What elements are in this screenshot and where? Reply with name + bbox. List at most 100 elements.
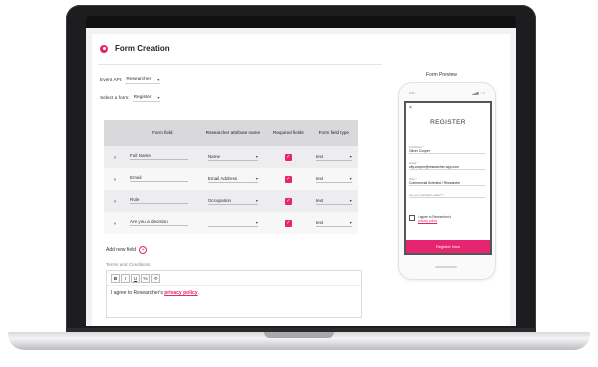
attribute-value: Occupation — [207, 197, 232, 203]
chevron-down-icon: ▾ — [157, 77, 160, 82]
event-api-value: Researcher — [126, 77, 152, 82]
remove-row-icon[interactable]: × — [104, 168, 126, 190]
terms-text-before: I agree to Researcher's — [111, 290, 165, 296]
table-row: × Role Occupation ▾ ✓ text ▾ — [104, 190, 358, 212]
field-type-value: text — [315, 153, 324, 159]
field-type-select[interactable]: text ▾ — [315, 153, 352, 161]
laptop-screen: Form Creation Event API: Researcher ▾ Se… — [86, 28, 516, 326]
chevron-down-icon: ▾ — [349, 175, 352, 181]
attribute-cell: Email Address ▾ — [198, 168, 268, 190]
chevron-down-icon: ▾ — [157, 95, 160, 100]
form-field-cell: Full Name — [126, 146, 199, 168]
preview-field-value: Oliver Cooper — [409, 149, 430, 153]
select-form-label: Select a form: — [100, 96, 130, 101]
laptop-bezel — [86, 16, 516, 28]
table-row: × Are you a decision ▾ ✓ text ▾ — [104, 212, 358, 234]
header-divider — [98, 64, 382, 65]
preview-privacy-link[interactable]: privacy policy — [418, 219, 437, 223]
form-field-cell: Role — [126, 190, 199, 212]
remove-row-icon[interactable]: × — [104, 146, 126, 168]
attribute-select[interactable]: Occupation ▾ — [207, 197, 258, 205]
brand-dot-icon — [100, 44, 108, 53]
add-new-field-button[interactable]: Add new field + — [106, 246, 148, 254]
required-cell: ✓ — [267, 190, 310, 212]
preview-field-full-name[interactable]: Full Name * Oliver Cooper — [409, 145, 485, 154]
form-field-input[interactable]: Full Name — [130, 153, 188, 160]
attribute-cell: Occupation ▾ — [198, 190, 268, 212]
link-button[interactable]: % — [141, 274, 150, 283]
form-field-input[interactable]: Role — [130, 197, 188, 204]
form-fields-table: Form field Researcher attribute name Req… — [104, 120, 358, 234]
required-checkbox[interactable]: ✓ — [284, 219, 292, 227]
required-cell: ✓ — [267, 146, 310, 168]
preview-field-value: olly.cooper@researcher-app.com — [409, 165, 459, 169]
laptop-notch — [264, 332, 334, 338]
register-now-button[interactable]: Register Now — [406, 240, 490, 253]
field-type-value: text — [315, 175, 324, 181]
plus-circle-icon: + — [139, 246, 148, 254]
terms-label: Terms and Conditions — [106, 262, 151, 267]
select-form-row: Select a form: Register ▾ — [100, 95, 161, 102]
attribute-select[interactable]: Email Address ▾ — [207, 175, 258, 183]
form-field-input[interactable]: Email — [130, 175, 188, 182]
required-checkbox[interactable]: ✓ — [284, 175, 292, 183]
attribute-value: Email Address — [207, 175, 238, 181]
preview-field-role[interactable]: Role * Commercial Scientist / Researche — [409, 177, 485, 186]
bold-button[interactable]: B — [111, 274, 120, 283]
required-checkbox[interactable]: ✓ — [284, 153, 292, 161]
preview-heading: REGISTER — [430, 119, 466, 126]
page-header: Form Creation — [100, 44, 170, 53]
attribute-select[interactable]: Name ▾ — [207, 153, 258, 161]
attribute-select[interactable]: ▾ — [207, 219, 258, 227]
remove-row-icon[interactable]: × — [104, 190, 126, 212]
privacy-policy-link[interactable]: privacy policy — [164, 290, 197, 296]
field-type-value: text — [315, 197, 324, 203]
form-field-cell: Are you a decision — [126, 212, 199, 234]
undo-button[interactable]: ⟲ — [151, 274, 160, 283]
chevron-down-icon: ▾ — [349, 197, 352, 203]
attribute-cell: Name ▾ — [198, 146, 268, 168]
table-row: × Full Name Name ▾ ✓ text ▾ — [104, 146, 358, 168]
remove-row-icon[interactable]: × — [104, 212, 126, 234]
form-creation-panel: Form Creation Event API: Researcher ▾ Se… — [92, 34, 510, 326]
header-form-field: Form field — [126, 120, 199, 146]
close-icon[interactable]: × — [409, 105, 412, 111]
field-type-select[interactable]: text ▾ — [315, 219, 352, 227]
italic-button[interactable]: I — [121, 274, 130, 283]
preview-consent: I agree to Researcher's privacy policy — [409, 215, 451, 223]
phone-preview: 9:41 ▂▄▆ ◔ ▭ × REGISTER Full Name * Olive… — [398, 82, 496, 280]
form-preview-label: Form Preview — [426, 72, 457, 78]
chevron-down-icon: ▾ — [255, 219, 258, 225]
consent-checkbox[interactable] — [409, 215, 415, 221]
phone-home-indicator — [435, 266, 457, 268]
attribute-value: Name — [207, 153, 221, 159]
chevron-down-icon: ▾ — [349, 153, 352, 159]
preview-field-decision-maker[interactable]: Are you a decision maker? * — [409, 193, 485, 198]
form-field-cell: Email — [126, 168, 199, 190]
required-checkbox[interactable]: ✓ — [284, 197, 292, 205]
field-type-select[interactable]: text ▾ — [315, 175, 352, 183]
editor-divider — [107, 285, 361, 286]
consent-text-wrap: I agree to Researcher's privacy policy — [418, 215, 451, 223]
underline-button[interactable]: U — [131, 274, 140, 283]
required-cell: ✓ — [267, 212, 310, 234]
select-form-select[interactable]: Register ▾ — [132, 95, 161, 102]
chevron-down-icon: ▾ — [349, 219, 352, 225]
field-type-select[interactable]: text ▾ — [315, 197, 352, 205]
field-type-value: text — [315, 219, 324, 225]
status-time: 9:41 — [409, 91, 415, 95]
form-field-input[interactable]: Are you a decision — [130, 219, 188, 226]
header-remove-col — [104, 120, 126, 146]
preview-field-value: Commercial Scientist / Researche — [409, 181, 461, 185]
table-header-row: Form field Researcher attribute name Req… — [104, 120, 358, 146]
terms-editor[interactable]: B I U % ⟲ I agree to Researcher's privac… — [106, 270, 362, 318]
terms-text: I agree to Researcher's privacy policy. — [111, 290, 199, 296]
type-cell: text ▾ — [309, 146, 358, 168]
event-api-label: Event API: — [100, 78, 123, 83]
header-field-type: Form field type — [309, 120, 358, 146]
preview-field-email[interactable]: Email * olly.cooper@researcher-app.com — [409, 161, 485, 170]
preview-field-label: Are you a decision maker? * — [409, 193, 444, 197]
required-cell: ✓ — [267, 168, 310, 190]
event-api-select[interactable]: Researcher ▾ — [125, 77, 161, 84]
chevron-down-icon: ▾ — [255, 197, 258, 203]
